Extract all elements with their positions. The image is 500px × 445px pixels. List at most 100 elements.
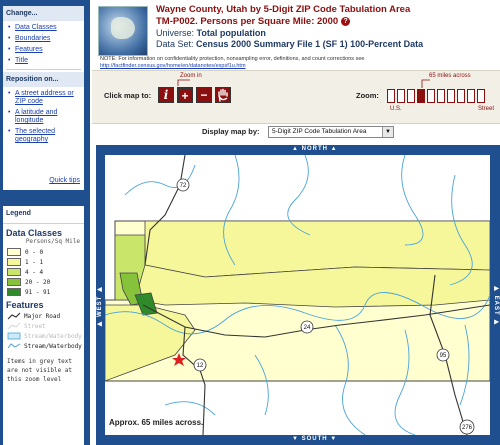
stream-icon (7, 343, 21, 349)
universe-line: Universe: Total population (156, 28, 266, 38)
zoom-in-pointer (177, 79, 190, 86)
zoom-level-2[interactable] (397, 89, 405, 103)
link-street-address[interactable]: A street address or ZIP code (8, 90, 81, 106)
map-canvas[interactable]: 72 24 12 95 276 Approx. 65 miles across. (105, 155, 490, 435)
change-heading: Change... (3, 6, 84, 21)
pan-hand-icon[interactable] (215, 87, 231, 103)
major-road-icon (7, 312, 21, 320)
dataset-value: Census 2000 Summary File 1 (SF 1) 100-Pe… (196, 39, 424, 49)
north-label: NORTH (301, 146, 328, 152)
quick-tips-link[interactable]: Quick tips (49, 177, 80, 184)
display-map-select-value: 5-Digit ZIP Code Tabulation Area (272, 128, 367, 135)
link-latitude-longitude[interactable]: A latitude and longitude (8, 109, 81, 125)
east-label: EAST (493, 295, 499, 316)
display-map-select[interactable]: 5-Digit ZIP Code Tabulation Area ▼ (268, 126, 394, 138)
zoom-level-5[interactable] (427, 89, 435, 103)
reposition-heading: Reposition on... (3, 72, 84, 87)
zoom-us-label: U.S. (390, 106, 402, 112)
class-swatch (7, 248, 21, 256)
class-swatch (7, 278, 21, 286)
universe-label: Universe: (156, 28, 195, 38)
dataset-line: Data Set: Census 2000 Summary File 1 (SF… (156, 39, 423, 49)
globe-logo-icon (98, 6, 148, 56)
zoom-level-8[interactable] (457, 89, 465, 103)
route-label: 72 (180, 183, 187, 189)
zoom-level-4[interactable] (417, 89, 425, 103)
note-link[interactable]: http://factfinder.census.gov/home/en/dat… (100, 63, 246, 69)
zoom-in-icon[interactable]: + (177, 87, 193, 103)
pan-east[interactable]: ▶ EAST ▶ (491, 285, 500, 326)
pan-west[interactable]: ▶ WEST ▶ (96, 285, 105, 328)
legend-class-row: 20 - 20 (7, 277, 84, 287)
map-toolbar: Click map to: Zoom in i + − Zoom: 65 mil… (92, 70, 500, 124)
class-swatch (7, 268, 21, 276)
zoom-out-icon[interactable]: − (196, 87, 212, 103)
feature-row: Stream/Waterbody (7, 341, 84, 351)
zoom-level-10[interactable] (477, 89, 485, 103)
table-title: TM-P002. Persons per Square Mile: 2000? (156, 16, 351, 27)
map-graphic: 72 24 12 95 276 (105, 155, 490, 435)
feature-label: Major Road (24, 312, 61, 320)
zoom-level-7[interactable] (447, 89, 455, 103)
class-swatch (7, 258, 21, 266)
feature-row: Major Road (7, 311, 84, 321)
click-map-label: Click map to: (104, 91, 152, 100)
waterbody-icon (7, 332, 21, 340)
legend-class-row: 1 - 1 (7, 257, 84, 267)
legend-class-row: 4 - 4 (7, 267, 84, 277)
legend-panel: Legend Data Classes Persons/Sq Mile 0 - … (3, 206, 84, 445)
features-title: Features (6, 300, 44, 310)
zoom-level-6[interactable] (437, 89, 445, 103)
link-data-classes[interactable]: Data Classes (8, 24, 81, 32)
pan-north[interactable]: ▲ NORTH ▲ (292, 146, 338, 152)
route-label: 12 (197, 363, 204, 369)
class-label: 4 - 4 (25, 268, 44, 276)
zoom-scale-caption: 65 miles across (429, 73, 471, 79)
map-frame: ▲ NORTH ▲ ▼ SOUTH ▼ ▶ WEST ▶ ▶ EAST ▶ 72… (96, 145, 500, 445)
zoom-street-label: Street (478, 106, 495, 112)
change-panel: Change... Data Classes Boundaries Featur… (3, 6, 84, 190)
west-label: WEST (97, 295, 103, 318)
zoom-level-3[interactable] (407, 89, 415, 103)
universe-value: Total population (196, 28, 266, 38)
zoom-level-1[interactable] (387, 89, 395, 103)
legend-note: Items in grey text are not visible at th… (7, 358, 73, 383)
route-label: 276 (462, 425, 473, 431)
street-icon (7, 322, 21, 330)
link-title[interactable]: Title (8, 57, 81, 65)
class-label: 91 - 91 (25, 288, 51, 296)
zoom-scale-pointer (421, 79, 430, 88)
feature-label: Stream/Waterbody (24, 342, 82, 350)
route-label: 24 (304, 325, 311, 331)
class-swatch (7, 288, 21, 296)
display-map-by-label: Display map by: (202, 127, 260, 136)
dataset-label: Data Set: (156, 39, 194, 49)
feature-row: Stream/Waterbody (7, 331, 84, 341)
legend-heading: Legend (3, 206, 84, 224)
legend-class-row: 0 - 0 (7, 247, 84, 257)
link-selected-geography[interactable]: The selected geography (8, 128, 81, 144)
identify-icon[interactable]: i (158, 87, 174, 103)
zoom-label: Zoom: (356, 91, 379, 100)
class-label: 0 - 0 (25, 248, 44, 256)
chevron-down-icon[interactable]: ▼ (382, 127, 393, 137)
feature-label: Stream/Waterbody (24, 332, 82, 340)
legend-units: Persons/Sq Mile (25, 238, 80, 245)
left-sidebar: Change... Data Classes Boundaries Featur… (0, 0, 90, 445)
legend-class-row: 91 - 91 (7, 287, 84, 297)
feature-label: Street (24, 322, 46, 330)
link-features[interactable]: Features (8, 46, 81, 54)
help-icon[interactable]: ? (341, 17, 351, 26)
feature-row: Street (7, 321, 84, 331)
class-label: 1 - 1 (25, 258, 44, 266)
data-classes-title: Data Classes (6, 228, 63, 238)
route-label: 95 (440, 353, 447, 359)
divider (6, 69, 81, 70)
link-boundaries[interactable]: Boundaries (8, 35, 81, 43)
south-label: SOUTH (301, 436, 328, 442)
pan-south[interactable]: ▼ SOUTH ▼ (292, 436, 337, 442)
note-text: NOTE: For information on confidentiality… (100, 56, 365, 62)
page-title: Wayne County, Utah by 5-Digit ZIP Code T… (156, 4, 411, 15)
zoom-level-9[interactable] (467, 89, 475, 103)
approx-scale-label: Approx. 65 miles across. (109, 418, 204, 427)
